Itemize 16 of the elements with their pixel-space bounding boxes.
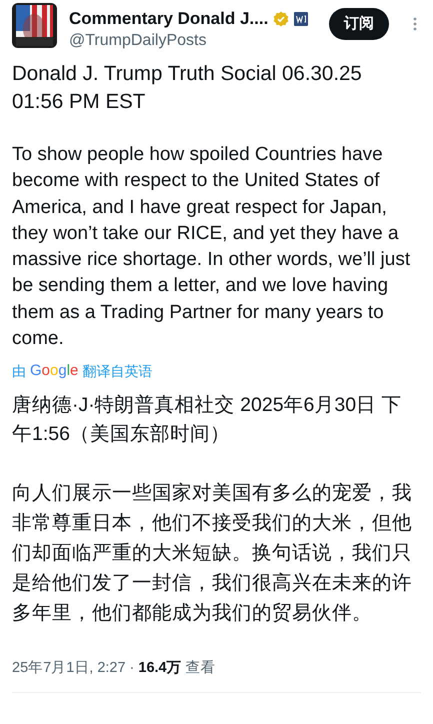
author-handle: @TrumpDailyPosts	[69, 31, 208, 51]
views-label: 查看	[186, 658, 216, 678]
post-body: To show people how spoiled Countries have become with respect to the United States of America, and I have great respect for Japan, they won’t take our RICE, and yet they have a massive rice shortage. In other words, we’ll just be sending them a letter, and we love having them as a Trading Partner for many years to come.	[12, 143, 412, 352]
publication-badge-icon	[294, 12, 308, 26]
translated-title: 唐纳德·J·特朗普真相社交 2025年6月30日 下午1:56（美国东部时间）	[12, 392, 402, 447]
translated-by-label: 由	[12, 362, 26, 382]
subscribe-button[interactable]: 订阅	[329, 8, 389, 40]
separator-dot: ·	[130, 658, 134, 678]
view-count: 16.4万	[138, 658, 182, 678]
post-title-line: 01:56 PM EST	[12, 89, 146, 115]
translated-body: 向人们展示一些国家对美国有多么的宠爱，我非常尊重日本，他们不接受我们的大米，但他们却面临严重的大米短缺。换句话说，我们只是给他们发了一封信，我们很高兴在未来的许多年里，他们都能成为我们的贸易伙伴。	[12, 480, 413, 626]
post-timestamp: 25年7月1日, 2:27	[12, 658, 126, 678]
google-logo: Google	[30, 361, 78, 382]
post-title-line: Donald J. Trump Truth Social 06.30.25	[12, 61, 363, 87]
author-name: Commentary Donald J....	[69, 9, 268, 29]
more-icon[interactable]	[413, 17, 417, 31]
